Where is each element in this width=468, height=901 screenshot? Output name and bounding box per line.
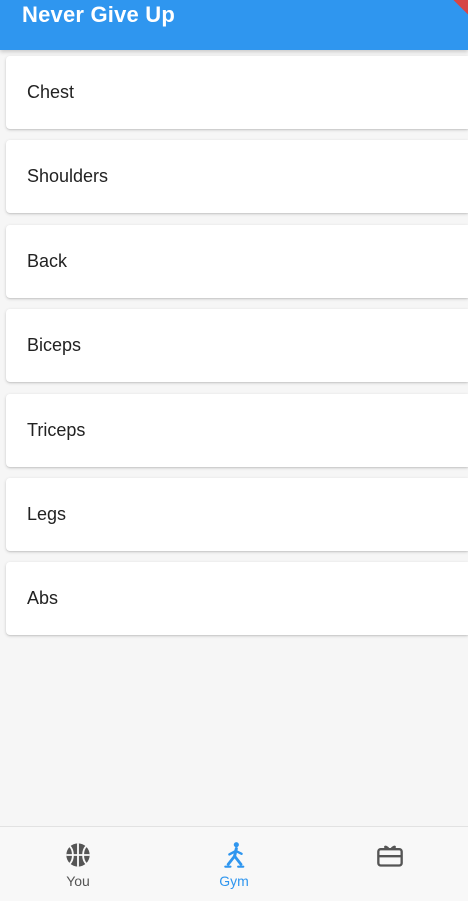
list-item-legs[interactable]: Legs bbox=[6, 477, 468, 551]
list-item-abs[interactable]: Abs bbox=[6, 562, 468, 636]
list-item-label: Chest bbox=[27, 82, 75, 102]
list-item-shoulders[interactable]: Shoulders bbox=[6, 140, 468, 214]
page-title: Never Give Up bbox=[22, 2, 176, 27]
nav-item-gym[interactable]: Gym bbox=[156, 827, 312, 901]
list-item-chest[interactable]: Chest bbox=[6, 56, 468, 129]
basketball-icon bbox=[66, 843, 90, 867]
bottom-navigation: You Gym bbox=[0, 826, 468, 901]
nav-label-you: You bbox=[66, 873, 90, 889]
list-item-label: Shoulders bbox=[27, 166, 109, 187]
nav-item-you[interactable]: You bbox=[0, 827, 156, 901]
list-item-label: Triceps bbox=[27, 419, 86, 440]
list-item-label: Back bbox=[27, 250, 68, 271]
nav-item-rewards[interactable] bbox=[312, 827, 468, 901]
list-item-label: Abs bbox=[27, 588, 59, 609]
app-bar: Never Give Up bbox=[0, 0, 468, 50]
nav-label-gym: Gym bbox=[219, 873, 249, 889]
list-item-biceps[interactable]: Biceps bbox=[6, 309, 468, 383]
gift-card-icon bbox=[377, 845, 403, 867]
workout-person-icon bbox=[224, 842, 245, 868]
list-item-label: Legs bbox=[27, 503, 67, 524]
muscle-group-list: Chest Shoulders Back Biceps Triceps Legs… bbox=[6, 56, 468, 647]
list-item-triceps[interactable]: Triceps bbox=[6, 393, 468, 467]
list-item-back[interactable]: Back bbox=[6, 224, 468, 298]
debug-banner bbox=[446, 0, 468, 17]
list-item-label: Biceps bbox=[27, 335, 82, 356]
